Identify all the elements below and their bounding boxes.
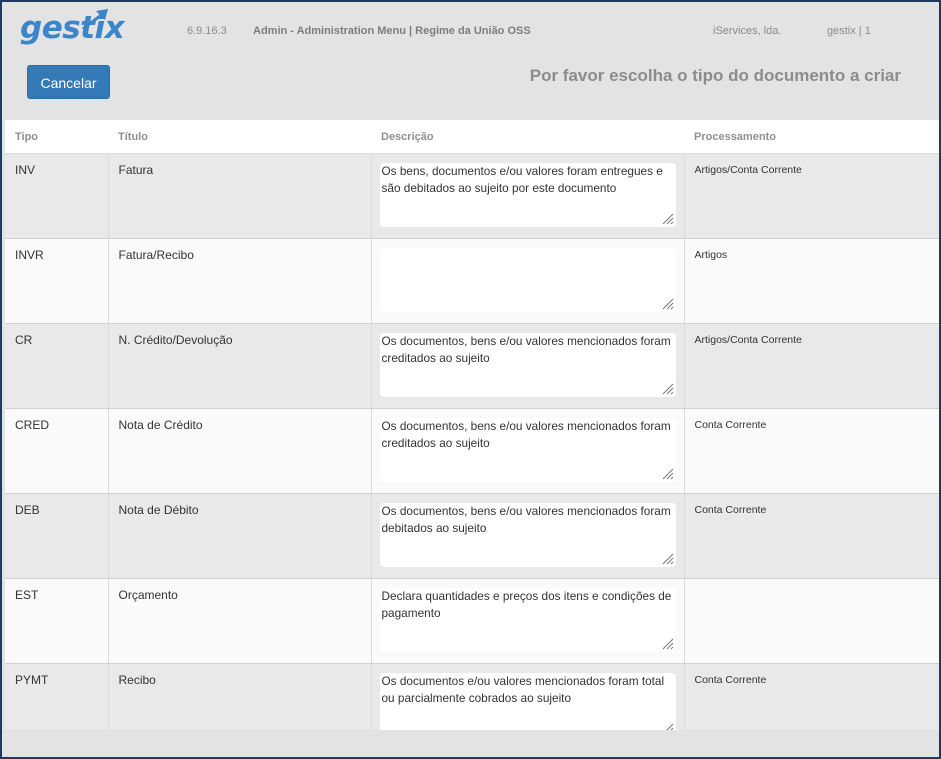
cell-descricao: Os documentos, bens e/ou valores mencion… xyxy=(370,408,684,494)
cell-tipo: DEB xyxy=(5,493,108,579)
table-row[interactable]: CR N. Crédito/Devolução Os documentos, b… xyxy=(5,323,939,409)
description-textarea[interactable] xyxy=(379,248,676,312)
cell-processamento: Artigos/Conta Corrente xyxy=(683,153,939,239)
resize-grip-icon[interactable] xyxy=(662,553,674,565)
column-header-tipo: Tipo xyxy=(5,120,108,154)
description-textarea[interactable]: Os documentos, bens e/ou valores mencion… xyxy=(379,503,676,567)
app-window: gestix 6.9.16.3 Admin - Administration M… xyxy=(2,2,939,757)
cell-titulo: Fatura xyxy=(107,153,371,239)
table-header-row: Tipo Título Descrição Processamento xyxy=(5,120,939,154)
description-textarea[interactable]: Os documentos, bens e/ou valores mencion… xyxy=(379,333,676,397)
cell-processamento: Conta Corrente xyxy=(683,493,939,579)
column-header-titulo: Título xyxy=(108,120,371,154)
description-text: Os bens, documentos e/ou valores foram e… xyxy=(381,164,663,195)
description-text: Declara quantidades e preços dos itens e… xyxy=(381,589,672,620)
cell-processamento: Artigos/Conta Corrente xyxy=(683,323,939,409)
gestix-logo[interactable]: gestix xyxy=(20,8,125,48)
column-header-processamento: Processamento xyxy=(684,120,939,154)
document-type-table: Tipo Título Descrição Processamento INV … xyxy=(5,120,939,749)
description-text: Os documentos, bens e/ou valores mencion… xyxy=(381,419,671,450)
table-row[interactable]: INVR Fatura/Recibo Artigos xyxy=(5,238,939,324)
cell-titulo: Nota de Débito xyxy=(107,493,371,579)
company-name[interactable]: iServices, lda. xyxy=(713,25,781,37)
page-title: Por favor escolha o tipo do documento a … xyxy=(529,66,901,85)
description-textarea[interactable]: Os bens, documentos e/ou valores foram e… xyxy=(379,163,676,227)
cell-descricao: Declara quantidades e preços dos itens e… xyxy=(370,578,684,664)
cancel-button[interactable]: Cancelar xyxy=(27,65,110,99)
cell-descricao: Os bens, documentos e/ou valores foram e… xyxy=(370,153,684,239)
cell-descricao: Os documentos, bens e/ou valores mencion… xyxy=(370,493,684,579)
resize-grip-icon[interactable] xyxy=(662,298,674,310)
resize-grip-icon[interactable] xyxy=(662,468,674,480)
cell-tipo: INVR xyxy=(5,238,108,324)
cell-processamento: Artigos xyxy=(683,238,939,324)
cell-processamento xyxy=(683,578,939,664)
table-row[interactable]: EST Orçamento Declara quantidades e preç… xyxy=(5,578,939,664)
table-row[interactable]: INV Fatura Os bens, documentos e/ou valo… xyxy=(5,153,939,239)
cell-titulo: Nota de Crédito xyxy=(107,408,371,494)
cell-tipo: CRED xyxy=(5,408,108,494)
cell-descricao xyxy=(370,238,684,324)
description-text: Os documentos e/ou valores mencionados f… xyxy=(381,674,665,705)
resize-grip-icon[interactable] xyxy=(662,213,674,225)
column-header-descricao: Descrição xyxy=(371,120,684,154)
cell-tipo: CR xyxy=(5,323,108,409)
admin-title[interactable]: Admin - Administration Menu | Regime da … xyxy=(253,25,531,37)
cell-titulo: Orçamento xyxy=(107,578,371,664)
resize-grip-icon[interactable] xyxy=(662,638,674,650)
table-row[interactable]: CRED Nota de Crédito Os documentos, bens… xyxy=(5,408,939,494)
footer-strip xyxy=(2,730,939,757)
description-textarea[interactable]: Os documentos, bens e/ou valores mencion… xyxy=(379,418,676,482)
description-text: Os documentos, bens e/ou valores mencion… xyxy=(381,504,671,535)
cell-descricao: Os documentos, bens e/ou valores mencion… xyxy=(370,323,684,409)
cell-titulo: N. Crédito/Devolução xyxy=(107,323,371,409)
top-bar: gestix 6.9.16.3 Admin - Administration M… xyxy=(2,2,939,58)
logo-arrow-icon xyxy=(82,9,108,30)
cell-titulo: Fatura/Recibo xyxy=(107,238,371,324)
cell-processamento: Conta Corrente xyxy=(683,408,939,494)
user-label[interactable]: gestix | 1 xyxy=(827,25,871,37)
resize-grip-icon[interactable] xyxy=(662,383,674,395)
description-textarea[interactable]: Os documentos e/ou valores mencionados f… xyxy=(379,673,676,737)
cell-tipo: INV xyxy=(5,153,108,239)
version-label: 6.9.16.3 xyxy=(187,25,227,37)
description-text: Os documentos, bens e/ou valores mencion… xyxy=(381,334,671,365)
description-textarea[interactable]: Declara quantidades e preços dos itens e… xyxy=(379,588,676,652)
cell-tipo: EST xyxy=(5,578,108,664)
table-row[interactable]: DEB Nota de Débito Os documentos, bens e… xyxy=(5,493,939,579)
